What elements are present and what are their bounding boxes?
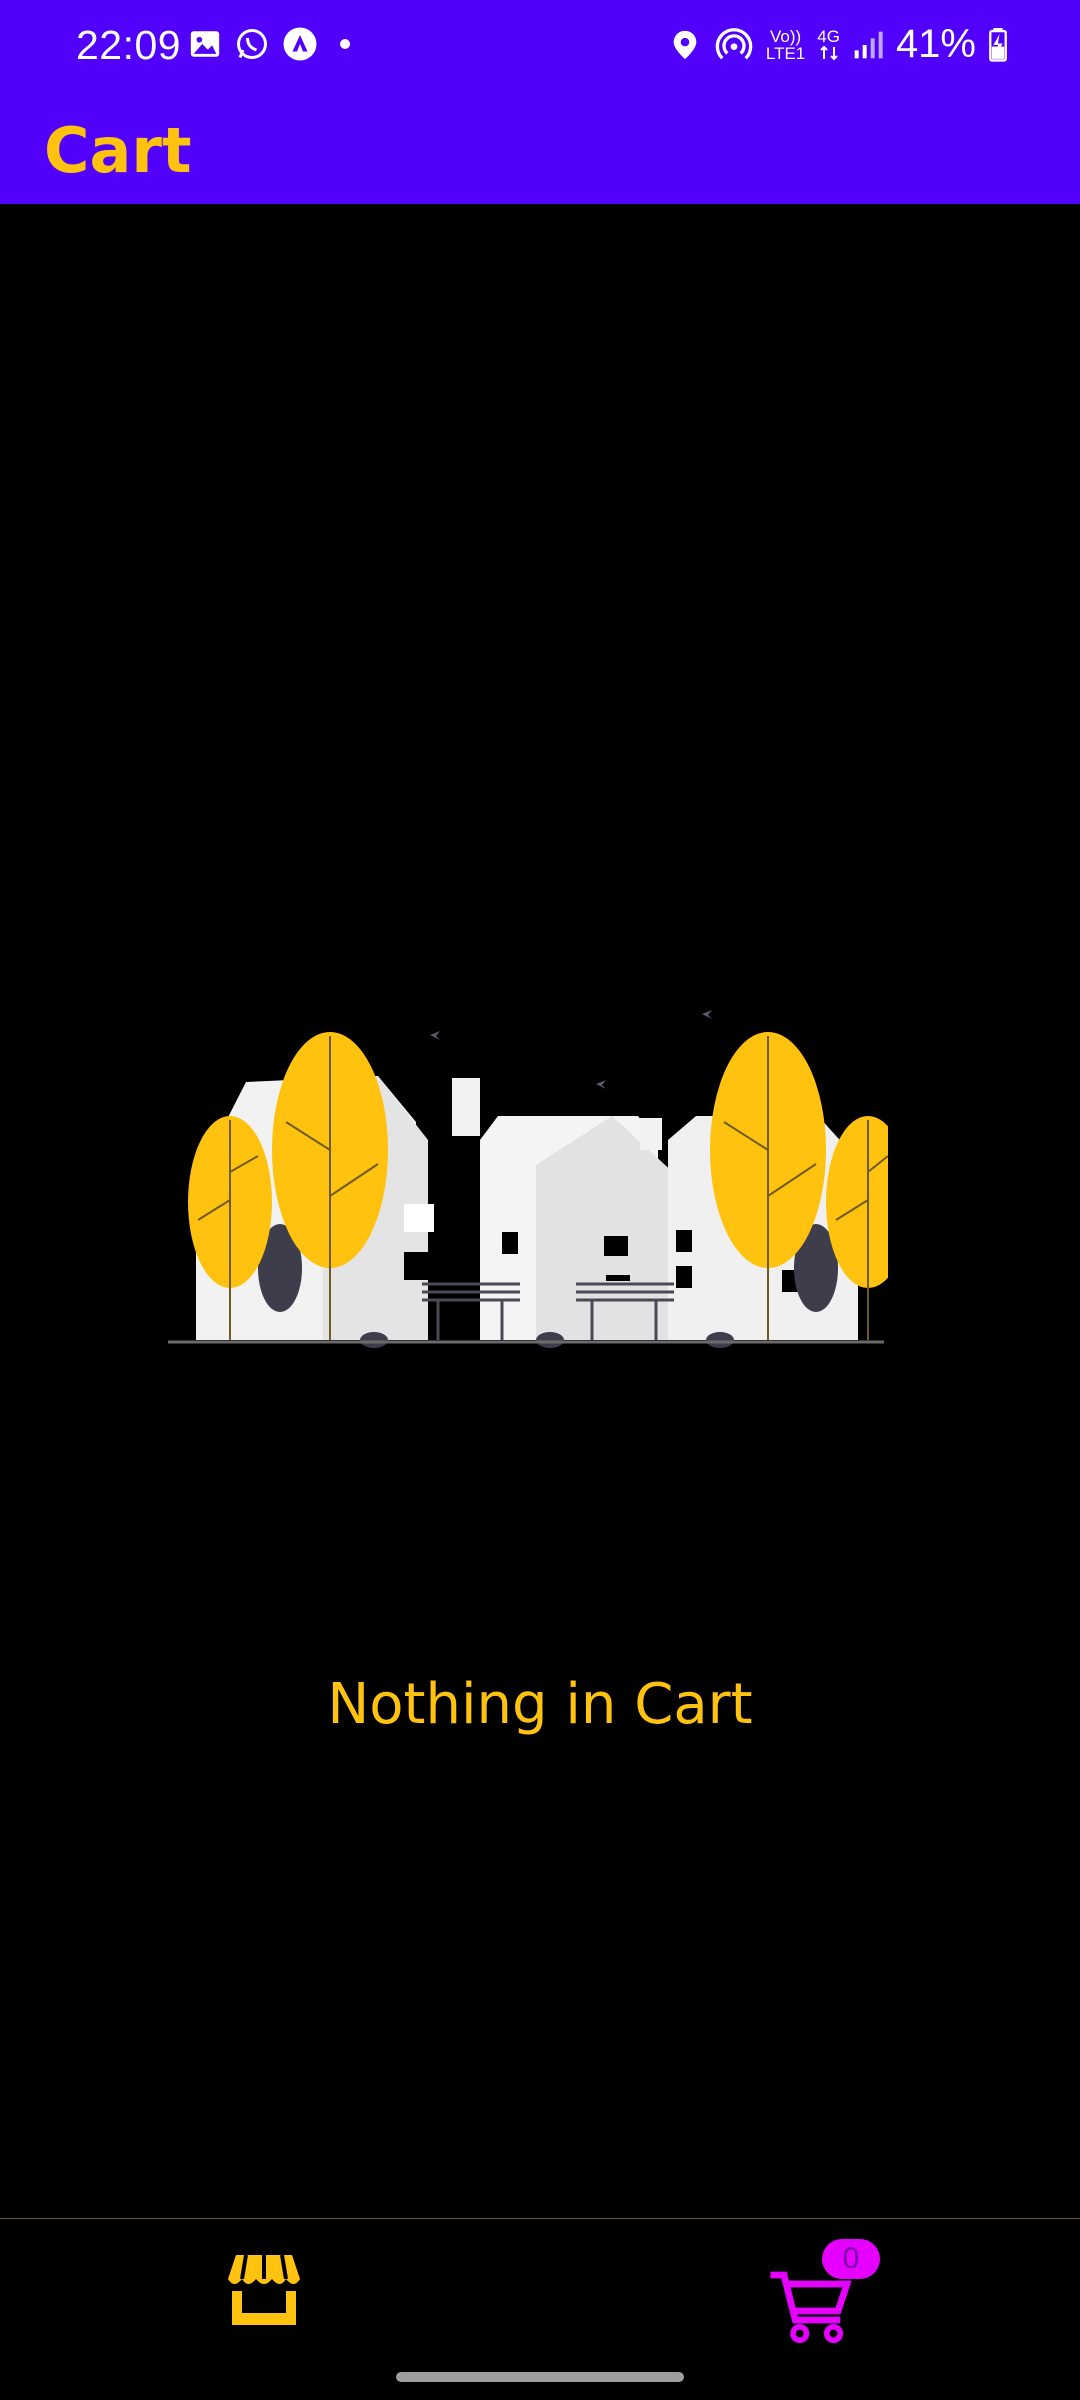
cart-count-badge: 0 xyxy=(822,2239,880,2279)
notification-icons xyxy=(188,26,360,62)
whatsapp-icon xyxy=(237,29,267,59)
cart-screen: 22:09 Vo)) LTE1 4G 41% Cart Nothing in C… xyxy=(0,0,1080,2400)
battery-charging-icon xyxy=(989,27,1007,62)
more-notifications-dot-icon xyxy=(340,39,350,49)
page-title: Cart xyxy=(44,114,192,187)
empty-cart-message: Nothing in Cart xyxy=(327,1672,753,1737)
empty-cart-illustration xyxy=(168,1010,888,1348)
status-bar: 22:09 Vo)) LTE1 4G 41% xyxy=(0,0,1080,96)
battery-level: 41% xyxy=(895,22,976,66)
volte-indicator: Vo)) LTE1 xyxy=(766,28,805,62)
location-icon xyxy=(673,30,697,59)
volte-label: Vo)) xyxy=(769,26,802,46)
home-gesture-bar[interactable] xyxy=(396,2372,684,2382)
nav-store-button[interactable] xyxy=(224,2251,320,2347)
app-bar: Cart xyxy=(0,96,1080,204)
signal-icon xyxy=(854,31,883,58)
lte-label: LTE1 xyxy=(765,43,806,63)
gallery-icon xyxy=(190,31,220,57)
app-icon xyxy=(283,27,317,61)
data-indicator: 4G xyxy=(817,28,840,61)
status-time: 22:09 xyxy=(76,22,182,68)
hotspot-icon xyxy=(715,27,753,60)
data-arrows-icon xyxy=(819,45,838,61)
nav-cart-button[interactable]: 0 xyxy=(766,2239,886,2349)
store-icon xyxy=(228,2254,300,2325)
system-icons: Vo)) LTE1 4G 41% xyxy=(668,22,1008,67)
data-type-label: 4G xyxy=(817,27,840,46)
